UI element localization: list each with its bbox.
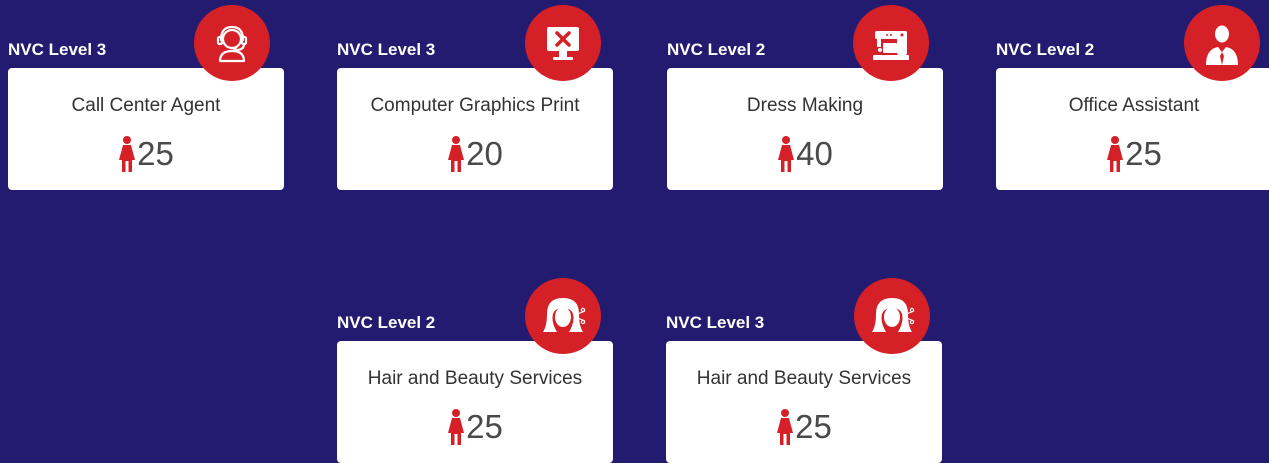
hair-scissors-icon bbox=[872, 298, 915, 332]
course-badge bbox=[525, 5, 601, 81]
course-level: NVC Level 3 bbox=[666, 313, 765, 332]
course-count: 25 bbox=[996, 134, 1269, 174]
female-person-icon bbox=[1107, 136, 1124, 172]
sewing-machine-icon bbox=[873, 31, 909, 60]
course-card[interactable]: Office Assistant 25 bbox=[996, 68, 1269, 190]
course-level: NVC Level 2 bbox=[996, 40, 1095, 59]
headset-agent-icon bbox=[216, 25, 248, 63]
course-level: NVC Level 2 bbox=[667, 40, 766, 59]
course-title: Dress Making bbox=[746, 95, 864, 116]
course-title: Hair and Beauty Services bbox=[696, 368, 912, 389]
course-badge bbox=[854, 278, 930, 354]
office-person-icon bbox=[1206, 25, 1238, 65]
course-count-value: 25 bbox=[1125, 135, 1162, 172]
course-badge bbox=[853, 5, 929, 81]
course-card[interactable]: Computer Graphics Print 20 bbox=[337, 68, 613, 190]
female-person-icon bbox=[777, 409, 794, 445]
course-tile[interactable]: NVC Level 2 Hair and Beauty Services 25 bbox=[337, 273, 615, 463]
course-count-value: 25 bbox=[795, 408, 832, 445]
course-count-value: 40 bbox=[796, 135, 833, 172]
course-title: Hair and Beauty Services bbox=[367, 368, 583, 389]
hair-scissors-icon bbox=[543, 298, 586, 332]
course-tile[interactable]: NVC Level 3 Call Center Agent 25 bbox=[8, 0, 286, 190]
course-tile[interactable]: NVC Level 3 Computer Graphics Print 20 bbox=[337, 0, 615, 190]
course-count: 20 bbox=[337, 134, 613, 174]
course-tile[interactable]: NVC Level 2 Office Assistant 25 bbox=[996, 0, 1269, 190]
course-tile[interactable]: NVC Level 3 Hair and Beauty Services 25 bbox=[666, 273, 944, 463]
course-tile[interactable]: NVC Level 2 Dress Making 40 bbox=[667, 0, 945, 190]
course-count: 25 bbox=[337, 407, 613, 447]
course-level: NVC Level 3 bbox=[337, 40, 436, 59]
course-level: NVC Level 2 bbox=[337, 313, 436, 332]
course-badge bbox=[1184, 5, 1260, 81]
course-card[interactable]: Hair and Beauty Services 25 bbox=[337, 341, 613, 463]
course-title: Computer Graphics Print bbox=[370, 95, 580, 116]
course-badge bbox=[525, 278, 601, 354]
course-card[interactable]: Call Center Agent 25 bbox=[8, 68, 284, 190]
female-person-icon bbox=[119, 136, 136, 172]
course-count: 40 bbox=[667, 134, 943, 174]
course-count: 25 bbox=[666, 407, 942, 447]
course-count-value: 20 bbox=[466, 135, 503, 172]
course-count-value: 25 bbox=[466, 408, 503, 445]
course-card[interactable]: Hair and Beauty Services 25 bbox=[666, 341, 942, 463]
course-card[interactable]: Dress Making 40 bbox=[667, 68, 943, 190]
course-title: Office Assistant bbox=[1068, 95, 1200, 116]
course-title: Call Center Agent bbox=[71, 95, 221, 116]
course-level: NVC Level 3 bbox=[8, 40, 107, 59]
female-person-icon bbox=[448, 409, 465, 445]
computer-monitor-icon bbox=[547, 27, 579, 60]
course-badge bbox=[194, 5, 270, 81]
female-person-icon bbox=[448, 136, 465, 172]
female-person-icon bbox=[778, 136, 795, 172]
course-count-value: 25 bbox=[137, 135, 174, 172]
course-count: 25 bbox=[8, 134, 284, 174]
